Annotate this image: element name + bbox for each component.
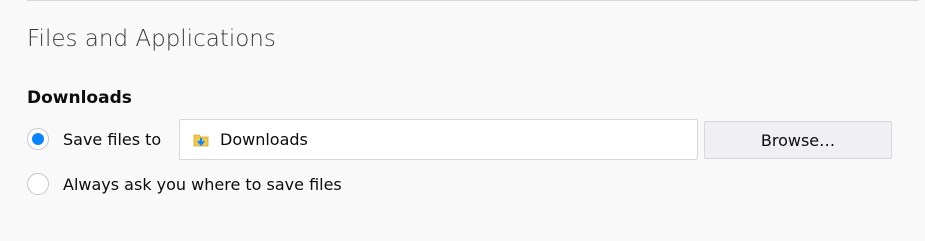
download-path-text: Downloads [220,130,308,149]
browse-button[interactable]: Browse… [704,121,892,159]
download-path-field[interactable]: Downloads [179,119,698,160]
save-files-radio[interactable] [27,128,49,150]
always-ask-radio[interactable] [27,173,49,195]
radio-selected-dot [32,133,44,145]
section-title: Files and Applications [27,26,276,52]
downloads-folder-icon [192,131,210,149]
always-ask-label: Always ask you where to save files [63,174,342,194]
downloads-heading: Downloads [27,88,132,108]
top-divider [27,0,919,1]
save-files-label: Save files to [63,129,162,149]
always-ask-option[interactable]: Always ask you where to save files [27,173,342,195]
save-files-to-option[interactable]: Save files to [27,128,161,150]
